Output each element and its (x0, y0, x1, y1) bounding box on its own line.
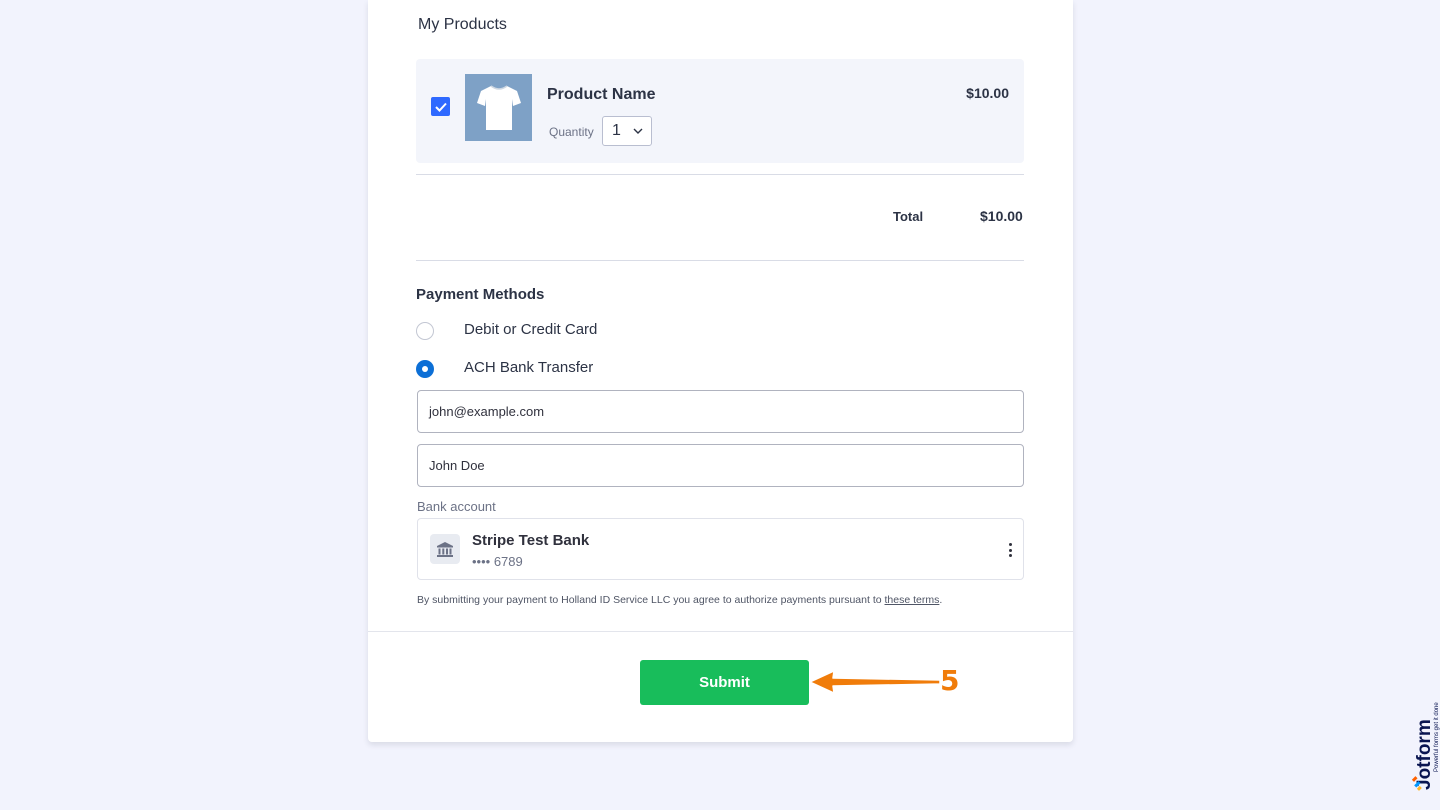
bank-account-label: Bank account (417, 499, 496, 514)
tshirt-icon (476, 84, 521, 130)
my-products-title: My Products (418, 16, 507, 33)
quantity-value: 1 (612, 122, 621, 139)
name-field[interactable]: John Doe (417, 444, 1024, 487)
svg-text:Powerful forms get it done: Powerful forms get it done (1434, 702, 1440, 772)
annotation-number: 5 (940, 664, 960, 697)
bank-name: Stripe Test Bank (472, 532, 590, 549)
total-value: $10.00 (980, 208, 1023, 224)
payment-methods-title: Payment Methods (416, 286, 545, 303)
chevron-down-icon (633, 128, 643, 134)
email-field[interactable]: john@example.com (417, 390, 1024, 433)
total-label: Total (893, 209, 924, 224)
bank-account-number: •••• 6789 (472, 554, 523, 569)
name-value: John Doe (429, 458, 485, 473)
radio-card[interactable] (416, 322, 434, 340)
check-icon (434, 102, 447, 112)
radio-ach-label[interactable]: ACH Bank Transfer (464, 359, 593, 376)
product-checkbox[interactable] (431, 97, 450, 116)
product-item: Product Name Quantity 1 $10.00 (416, 59, 1024, 163)
submit-button[interactable]: Submit (640, 660, 809, 705)
email-value: john@example.com (429, 404, 545, 419)
terms-link[interactable]: these terms (885, 594, 940, 606)
more-options-icon[interactable] (1008, 543, 1012, 557)
divider (416, 174, 1024, 175)
radio-card-label[interactable]: Debit or Credit Card (464, 321, 597, 338)
bank-account-card: Stripe Test Bank •••• 6789 (417, 518, 1024, 580)
terms-body: By submitting your payment to Holland ID… (417, 594, 882, 606)
terms-text: By submitting your payment to Holland ID… (417, 594, 942, 606)
terms-end: . (939, 594, 943, 606)
divider (416, 260, 1024, 261)
bank-icon (430, 534, 460, 564)
radio-ach[interactable] (416, 360, 434, 378)
svg-text:Jotform: Jotform (1414, 719, 1435, 790)
product-price: $10.00 (966, 85, 1009, 101)
product-name: Product Name (547, 86, 656, 103)
quantity-select[interactable]: 1 (602, 116, 652, 146)
form-card: My Products Product Name Quantity 1 $10.… (368, 0, 1073, 742)
annotation-arrow-icon (809, 670, 941, 694)
footer-divider (368, 631, 1073, 632)
product-image (465, 74, 532, 141)
jotform-logo: Jotform Powerful forms get it done (1411, 702, 1440, 791)
quantity-label: Quantity (549, 125, 594, 139)
